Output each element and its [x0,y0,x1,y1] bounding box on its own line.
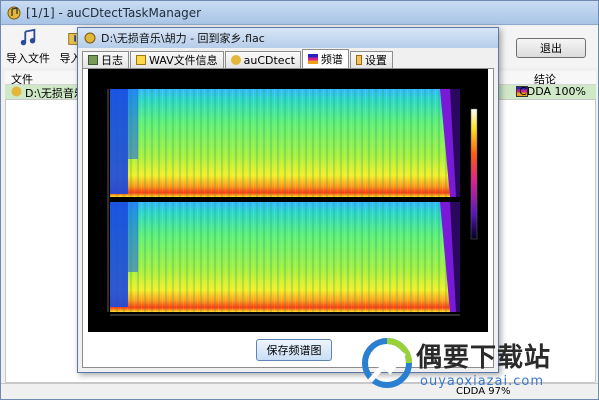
import-file-label: 导入文件 [6,52,50,65]
tab-aucdtect[interactable]: auCDtect [224,51,301,68]
log-icon [88,55,98,65]
tab-wav-info-label: WAV文件信息 [149,54,218,67]
tab-aucdtect-label: auCDtect [243,53,295,67]
spectrum-icon [307,54,318,64]
info-icon [136,55,146,65]
main-title-bar[interactable]: [1/1] - auCDtectTaskManager [1,1,598,25]
main-title: [1/1] - auCDtectTaskManager [26,5,202,20]
watermark: 偶要下载站 ouyaoxiazai.com [360,335,596,397]
audio-file-icon [11,86,22,97]
import-file-button[interactable]: 导入文件 [5,28,51,66]
brand-name: 偶要下载站 [416,343,552,373]
tab-bar: 日志 WAV文件信息 auCDtect 频谱 设置 [82,49,393,68]
app-icon [84,32,96,44]
spectrogram-image [107,89,478,316]
settings-icon [355,55,362,65]
spectrum-dialog: D:\无损音乐\胡力 - 回到家乡.flac 日志 WAV文件信息 auCDte… [77,27,499,373]
tab-wav-info[interactable]: WAV文件信息 [130,51,224,68]
tab-settings-label: 设置 [364,54,387,67]
dialog-title-bar[interactable]: D:\无损音乐\胡力 - 回到家乡.flac [78,28,498,48]
brand-logo-icon [362,338,412,388]
brand-url: ouyaoxiazai.com [420,374,544,389]
exit-button[interactable]: 退出 [516,38,586,58]
aucdtect-icon [230,55,241,65]
spectrogram [88,69,488,332]
music-note-icon [20,28,36,46]
save-spectrogram-button[interactable]: 保存频谱图 [256,339,332,361]
list-item-result: CDDA 100% [519,85,586,98]
spectrum-panel: 保存频谱图 [82,68,494,368]
tab-settings[interactable]: 设置 [349,51,393,68]
tab-log[interactable]: 日志 [82,51,129,68]
tab-log-label: 日志 [101,54,123,67]
dialog-title: D:\无损音乐\胡力 - 回到家乡.flac [101,32,265,45]
tab-spectrum[interactable]: 频谱 [301,49,349,68]
app-icon [7,6,21,19]
tab-spectrum-label: 频谱 [320,53,343,66]
